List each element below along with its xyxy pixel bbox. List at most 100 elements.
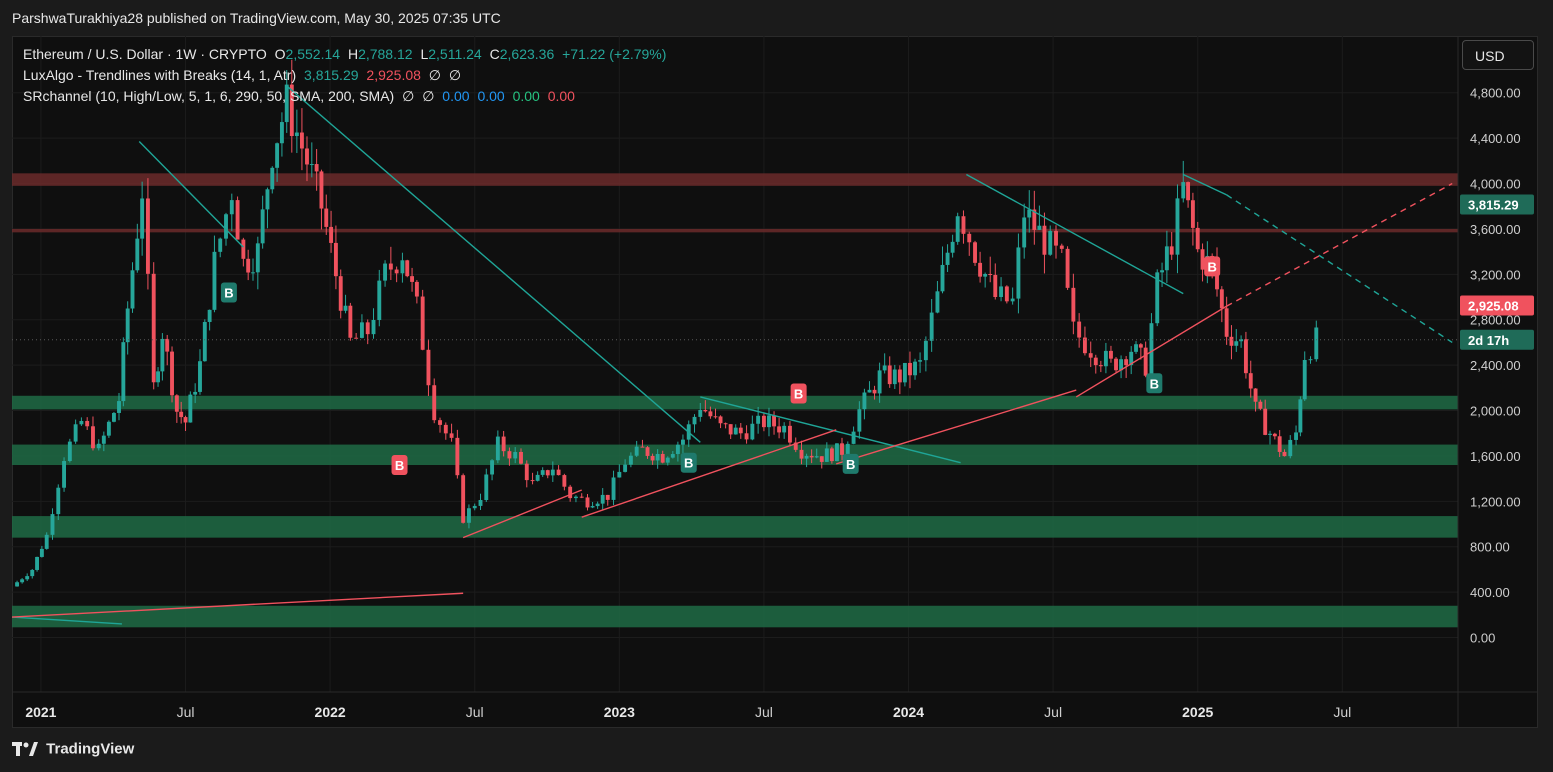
trendline-1[interactable] <box>286 85 701 443</box>
candle-body-88[interactable] <box>472 505 477 509</box>
candle-body-200[interactable] <box>1077 321 1082 338</box>
candle-body-77[interactable] <box>410 276 415 282</box>
candle-body-50[interactable] <box>270 167 275 190</box>
candle-body-149[interactable] <box>804 455 809 459</box>
candle-body-110[interactable] <box>595 503 600 507</box>
candle-body-109[interactable] <box>590 506 595 508</box>
candle-body-95[interactable] <box>513 451 518 459</box>
candle-body-139[interactable] <box>750 423 755 440</box>
candle-body-99[interactable] <box>535 474 540 481</box>
candle-body-79[interactable] <box>420 296 425 350</box>
candle-body-14[interactable] <box>91 426 95 449</box>
candle-body-218[interactable] <box>1169 246 1174 255</box>
candle-body-41[interactable] <box>224 214 228 239</box>
candle-body-238[interactable] <box>1268 433 1272 435</box>
candle-body-189[interactable] <box>1016 247 1021 299</box>
candle-body-245[interactable] <box>1302 359 1307 400</box>
trendline-5[interactable] <box>1226 194 1453 344</box>
candle-body-65[interactable] <box>343 305 348 311</box>
candle-body-86[interactable] <box>461 475 466 523</box>
price-chart[interactable]: B B B B B B B 0.00 400.00 800.00 1,200.00 1,600.00 2… <box>12 36 1538 728</box>
candle-body-118[interactable] <box>640 446 645 448</box>
candle-body-16[interactable] <box>101 435 106 444</box>
candle-body-46[interactable] <box>251 272 255 274</box>
candle-body-66[interactable] <box>348 305 353 338</box>
candle-body-136[interactable] <box>733 427 738 435</box>
candle-body-241[interactable] <box>1282 451 1287 457</box>
candle-body-25[interactable] <box>145 198 150 274</box>
candle-body-43[interactable] <box>235 200 240 240</box>
candle-body-9[interactable] <box>62 461 67 488</box>
candle-body-199[interactable] <box>1071 287 1076 322</box>
candle-body-214[interactable] <box>1149 323 1154 376</box>
candle-body-51[interactable] <box>275 143 280 168</box>
trendline-12[interactable] <box>1226 182 1453 307</box>
candle-body-12[interactable] <box>79 420 84 425</box>
candle-body-75[interactable] <box>400 260 405 274</box>
candle-body-194[interactable] <box>1042 225 1047 255</box>
candle-body-220[interactable] <box>1181 182 1186 199</box>
candle-body-151[interactable] <box>814 456 819 458</box>
candle-body-117[interactable] <box>634 446 639 456</box>
currency-button[interactable]: USD <box>1462 40 1534 70</box>
candle-body-4[interactable] <box>35 556 40 570</box>
candle-body-48[interactable] <box>260 209 265 244</box>
candle-body-138[interactable] <box>744 433 749 440</box>
candle-body-135[interactable] <box>728 424 733 435</box>
candle-body-39[interactable] <box>212 251 217 310</box>
candle-body-129[interactable] <box>698 409 703 417</box>
candle-body-42[interactable] <box>229 200 234 215</box>
candle-body-85[interactable] <box>455 437 460 476</box>
symbol-name[interactable]: Ethereum / U.S. Dollar · 1W · CRYPTO <box>23 46 267 62</box>
candle-body-132[interactable] <box>713 416 718 418</box>
candle-body-247[interactable] <box>1314 327 1319 360</box>
candle-body-231[interactable] <box>1234 341 1239 346</box>
candle-body-125[interactable] <box>675 444 680 455</box>
candle-body-223[interactable] <box>1195 227 1200 250</box>
candle-body-37[interactable] <box>202 321 207 362</box>
candle-body-173[interactable] <box>929 312 934 341</box>
candle-body-107[interactable] <box>579 496 584 498</box>
candle-body-211[interactable] <box>1134 344 1138 352</box>
candle-body-83[interactable] <box>443 424 448 434</box>
candle-body-166[interactable] <box>892 369 897 385</box>
candle-body-244[interactable] <box>1298 399 1303 433</box>
candle-body-102[interactable] <box>550 469 555 476</box>
candle-body-148[interactable] <box>799 449 804 459</box>
candle-body-204[interactable] <box>1098 365 1103 367</box>
candle-body-71[interactable] <box>377 280 382 320</box>
candle-body-187[interactable] <box>1004 286 1009 302</box>
candle-body-152[interactable] <box>819 456 824 462</box>
candle-body-128[interactable] <box>692 416 697 425</box>
candle-body-235[interactable] <box>1253 388 1258 402</box>
candle-body-203[interactable] <box>1093 357 1098 366</box>
candle-body-230[interactable] <box>1229 336 1234 346</box>
candle-body-30[interactable] <box>170 351 174 396</box>
candle-body-119[interactable] <box>645 447 650 456</box>
candle-body-17[interactable] <box>106 421 111 436</box>
candle-body-5[interactable] <box>39 548 44 557</box>
candle-body-74[interactable] <box>394 269 399 274</box>
candle-body-112[interactable] <box>605 494 610 500</box>
candle-body-246[interactable] <box>1308 359 1313 361</box>
candle-body-121[interactable] <box>655 453 660 461</box>
candle-body-190[interactable] <box>1022 217 1027 248</box>
candle-body-195[interactable] <box>1048 230 1053 255</box>
candle-body-150[interactable] <box>809 455 814 458</box>
candle-body-145[interactable] <box>782 425 787 433</box>
candle-body-49[interactable] <box>265 189 270 210</box>
candle-body-217[interactable] <box>1164 246 1169 271</box>
candle-body-221[interactable] <box>1186 182 1191 201</box>
candle-body-38[interactable] <box>207 309 212 322</box>
candle-body-161[interactable] <box>867 389 872 393</box>
candle-body-1[interactable] <box>20 579 25 583</box>
candle-body-123[interactable] <box>665 457 670 463</box>
candle-body-2[interactable] <box>25 576 30 580</box>
candle-body-58[interactable] <box>309 164 314 166</box>
candle-body-183[interactable] <box>983 274 988 277</box>
candle-body-167[interactable] <box>897 369 902 383</box>
indicator-srchannel-name[interactable]: SRchannel (10, High/Low, 5, 1, 6, 290, 5… <box>23 88 394 104</box>
candle-body-186[interactable] <box>999 286 1004 297</box>
candle-body-170[interactable] <box>913 361 917 376</box>
candle-body-153[interactable] <box>824 448 829 462</box>
